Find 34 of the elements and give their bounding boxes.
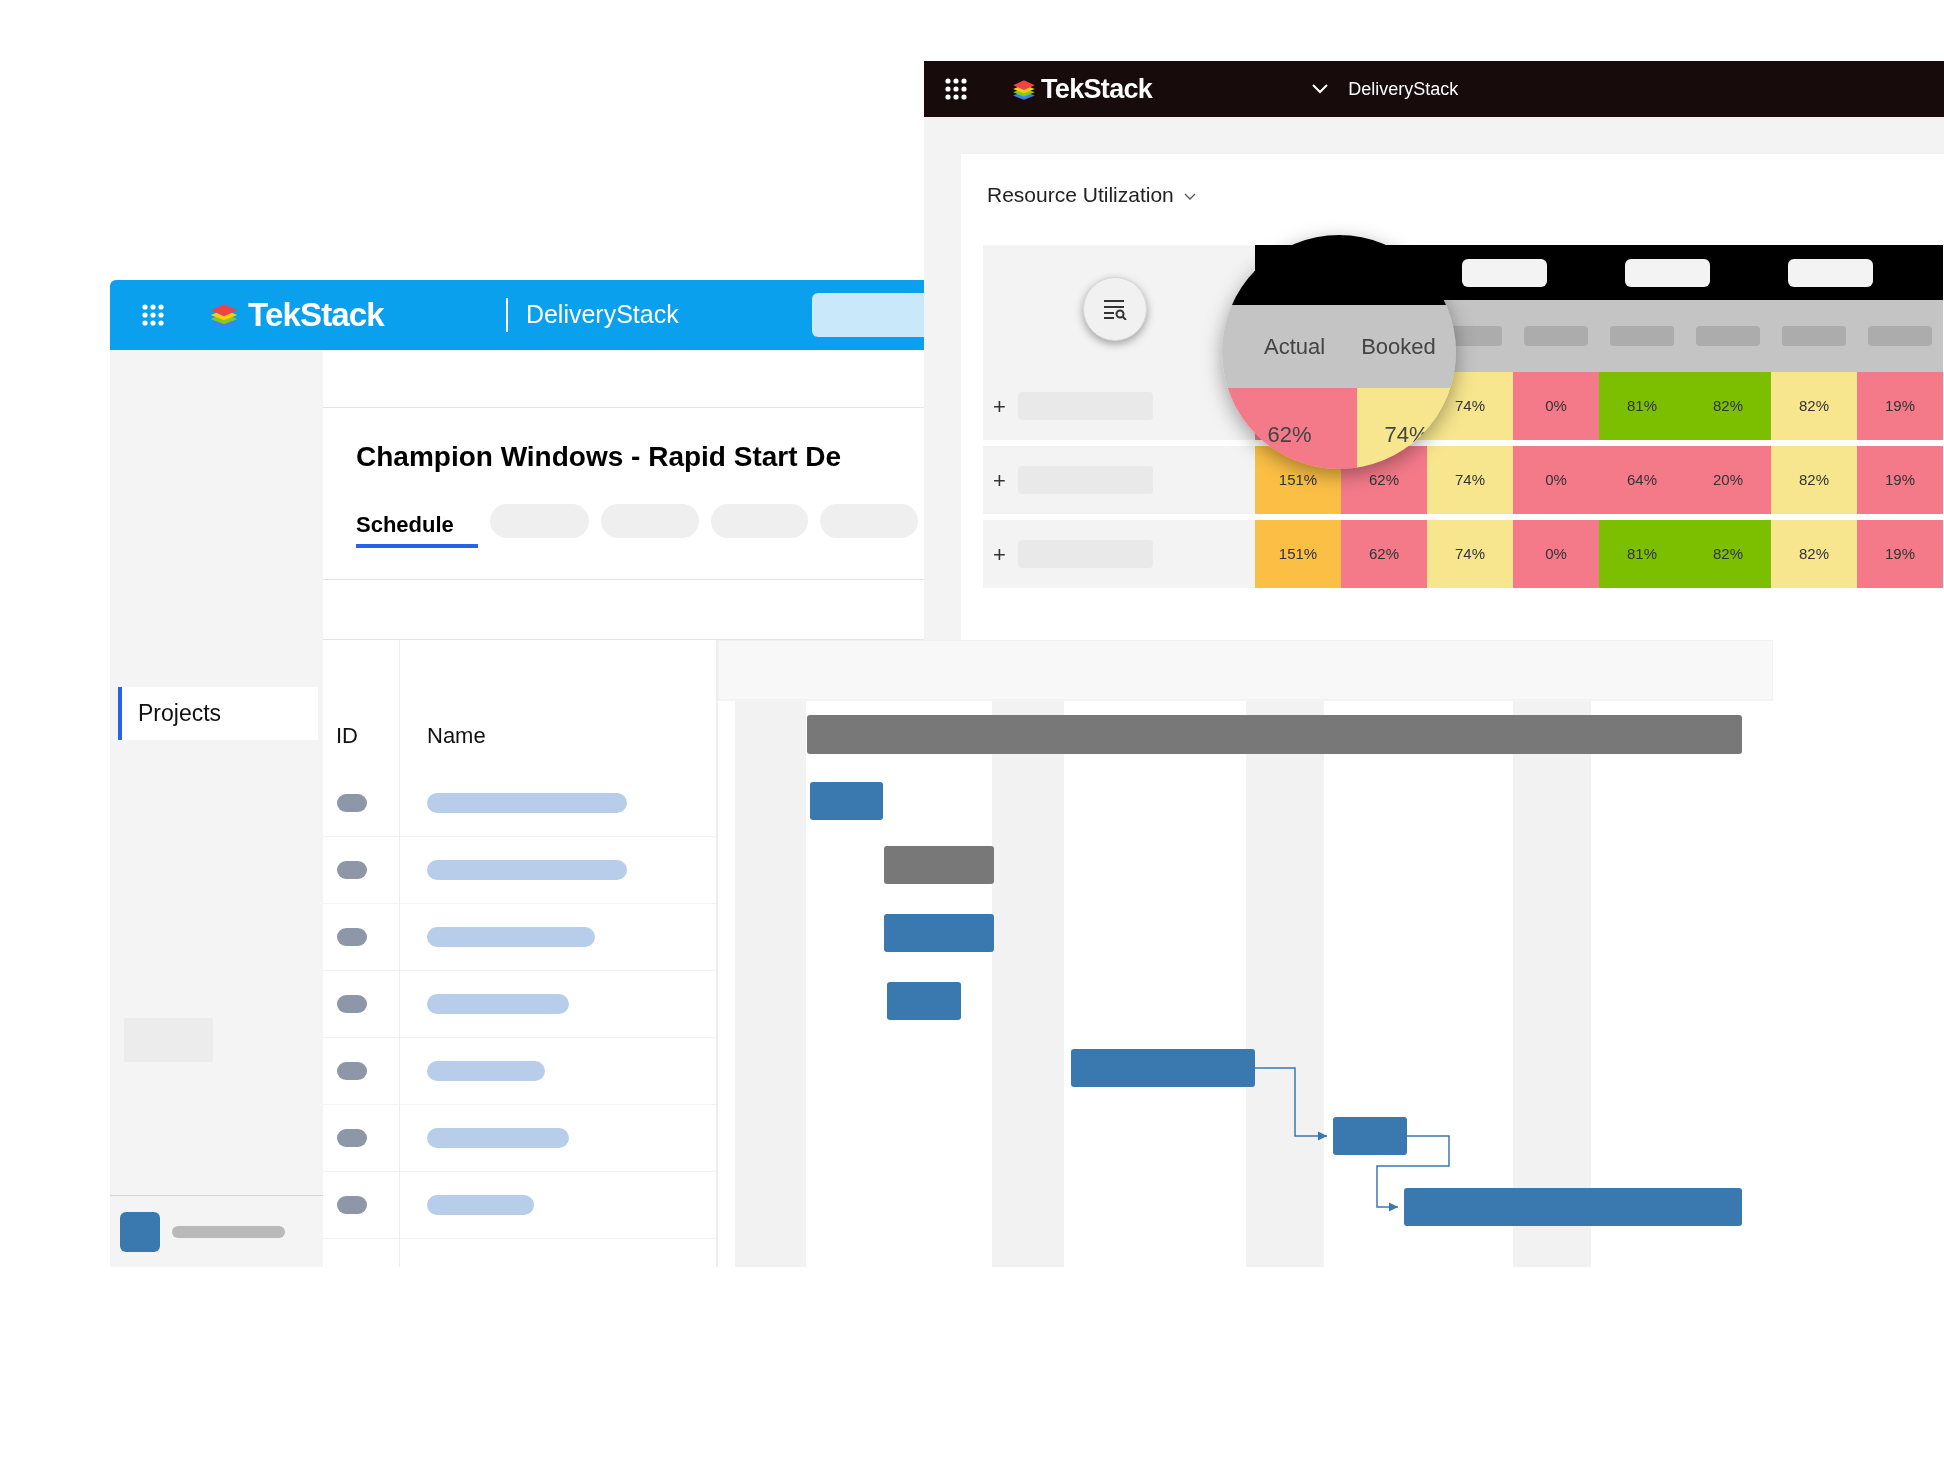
module-name: DeliveryStack <box>1348 77 1459 101</box>
utilization-cell: 82% <box>1771 520 1857 588</box>
utilization-cell: 81% <box>1599 372 1685 440</box>
report-title[interactable]: Resource Utilization <box>987 179 1174 211</box>
expand-toggle[interactable]: + <box>993 389 1006 423</box>
utilization-cell: 19% <box>1857 520 1943 588</box>
utilization-cell: 82% <box>1771 446 1857 514</box>
utilization-cell: 82% <box>1685 520 1771 588</box>
utilization-cell: 19% <box>1857 372 1943 440</box>
column-header: Actual <box>1264 333 1326 361</box>
utilization-cell: 64% <box>1599 446 1685 514</box>
project-title: Champion Windows - Rapid Start De <box>356 440 843 474</box>
utilization-cell: 151% <box>1255 520 1341 588</box>
column-header: Booked <box>1361 333 1436 361</box>
sidebar-item[interactable]: Projects <box>118 687 318 740</box>
utilization-cell: 74% <box>1427 446 1513 514</box>
utilization-cell: 74% <box>1427 520 1513 588</box>
utilization-cell: 20% <box>1685 446 1771 514</box>
expand-toggle[interactable]: + <box>993 463 1006 497</box>
utilization-cell: 0% <box>1513 520 1599 588</box>
module-name: DeliveryStack <box>525 299 679 331</box>
expand-toggle[interactable]: + <box>993 537 1006 571</box>
app-name: TekStack <box>1041 72 1153 106</box>
app-name: TekStack <box>248 295 384 336</box>
tab[interactable]: Schedule <box>356 508 478 548</box>
utilization-cell: 0% <box>1513 372 1599 440</box>
column-header: Name <box>427 721 486 750</box>
utilization-cell: 82% <box>1685 372 1771 440</box>
utilization-cell: 19% <box>1857 446 1943 514</box>
column-header: ID <box>336 721 358 750</box>
utilization-cell: 82% <box>1771 372 1857 440</box>
utilization-cell: 81% <box>1599 520 1685 588</box>
utilization-cell: 62% <box>1341 520 1427 588</box>
utilization-cell: 0% <box>1513 446 1599 514</box>
